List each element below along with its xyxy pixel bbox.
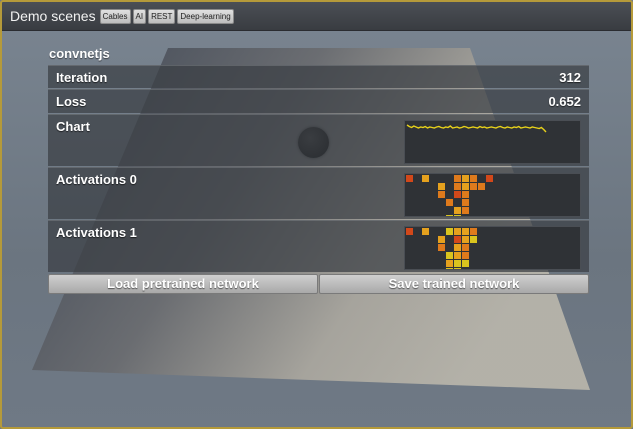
activation-cell [422,228,429,235]
chart-row: Chart [48,114,589,166]
activation-cell [462,244,469,251]
activation-cell [462,191,469,198]
activation-cell [446,199,453,206]
activation-cell [470,228,477,235]
activation-cell [406,175,413,182]
convnetjs-panel: convnetjs Iteration 312 Loss 0.652 Chart… [48,44,589,294]
activation-cell [454,183,461,190]
activation-cell [462,252,469,259]
activation-cell [478,183,485,190]
activation-cell [422,175,429,182]
activations-1-plot [404,226,581,270]
activation-cell [454,260,461,267]
activation-cell [446,260,453,267]
loss-label: Loss [56,94,87,109]
activation-cell [454,175,461,182]
activation-cell [454,252,461,259]
activation-cell [454,236,461,243]
load-pretrained-network-button[interactable]: Load pretrained network [48,274,318,294]
iteration-label: Iteration [56,70,108,85]
activation-cell [454,228,461,235]
activation-cell [454,191,461,198]
activation-cell [446,268,453,269]
chart-label: Chart [56,119,90,134]
tab-ai[interactable]: AI [132,8,147,24]
activation-cell [438,191,445,198]
loss-value: 0.652 [548,94,581,109]
loss-series-line [406,124,547,133]
activations-0-svg [406,175,493,216]
activation-cell [462,207,469,214]
activation-cell [446,215,453,216]
activation-cell [446,228,453,235]
tab-cables[interactable]: Cables [99,8,131,24]
save-trained-network-button[interactable]: Save trained network [319,274,589,294]
activation-cell [486,175,493,182]
activation-cell [454,244,461,251]
activations-0-plot [404,173,581,217]
activations-0-row: Activations 0 [48,167,589,219]
panel-title: convnetjs [49,46,110,61]
activation-cell [454,207,461,214]
activation-cell [438,244,445,251]
window-title: Demo scenes [10,8,96,24]
activation-cell [462,199,469,206]
activation-cell [438,236,445,243]
loss-chart-svg [406,124,547,133]
loss-chart [404,120,581,164]
activation-cell [454,215,461,216]
activation-cell [462,236,469,243]
tab-deep-learning[interactable]: Deep-learning [177,8,234,24]
iteration-value: 312 [559,70,581,85]
activations-1-row: Activations 1 [48,220,589,272]
loss-row: Loss 0.652 [48,89,589,113]
activation-cell [454,268,461,269]
demo-scenes-window: Demo scenes Cables AI REST Deep-learning… [0,0,633,429]
activation-cell [470,236,477,243]
window-titlebar[interactable]: Demo scenes Cables AI REST Deep-learning [2,2,631,31]
activation-cell [462,228,469,235]
activation-cell [462,260,469,267]
tab-rest[interactable]: REST [148,8,176,24]
activation-cell [438,183,445,190]
activation-cell [470,175,477,182]
activation-cell [446,252,453,259]
activation-cell [462,183,469,190]
activation-cell [406,228,413,235]
activation-cell [470,183,477,190]
activations-0-label: Activations 0 [56,172,137,187]
activation-cell [462,175,469,182]
iteration-row: Iteration 312 [48,65,589,88]
activations-1-svg [406,228,477,269]
activations-1-label: Activations 1 [56,225,137,240]
